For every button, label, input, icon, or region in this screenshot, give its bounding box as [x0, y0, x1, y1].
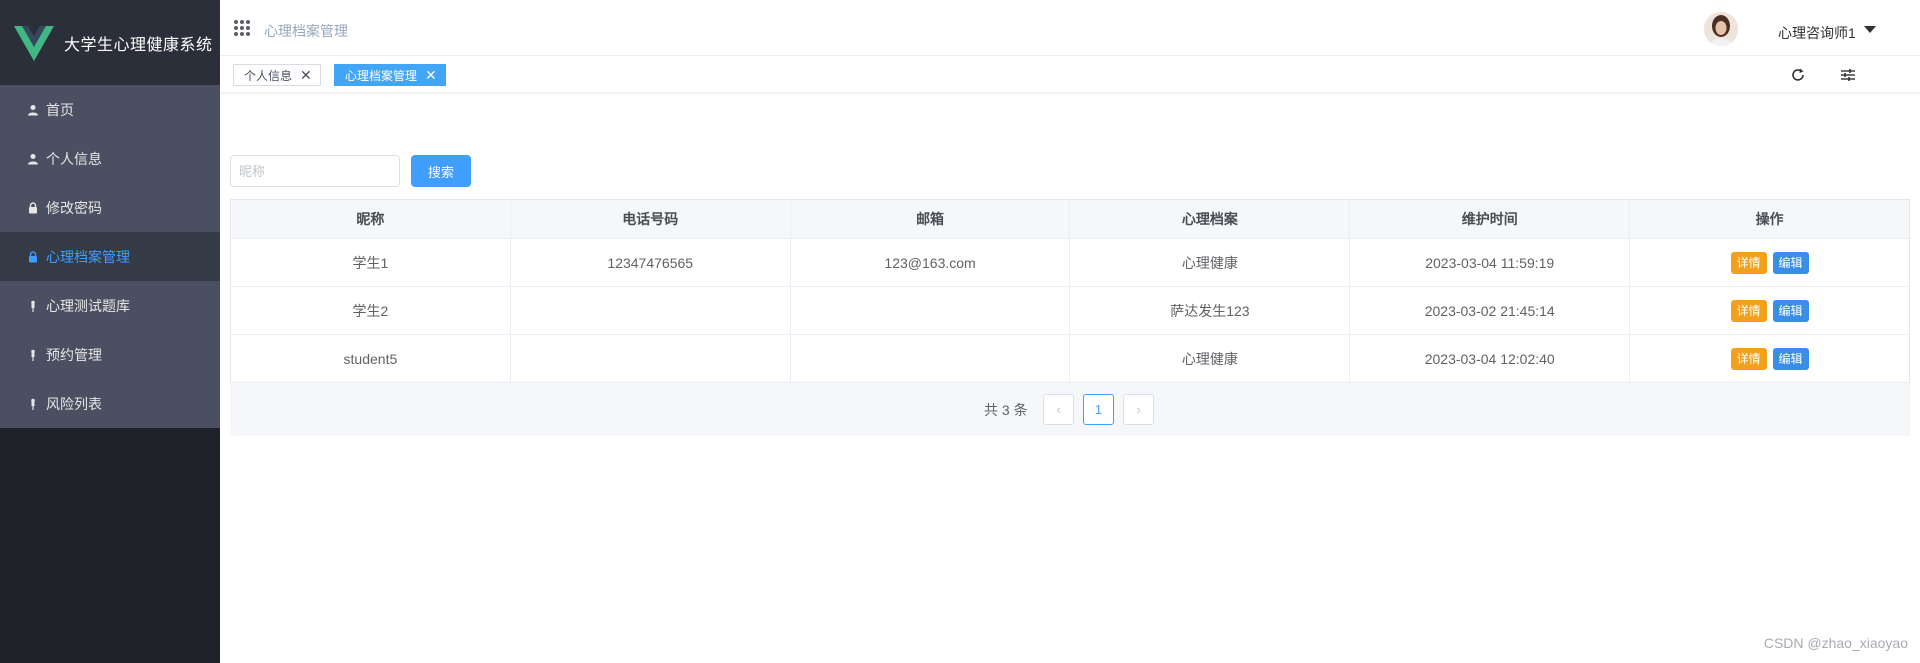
sidebar-item-risk-list[interactable]: 风险列表	[0, 379, 220, 428]
top-navbar: 心理档案管理 心理咨询师1	[220, 4, 1920, 56]
sidebar-item-label: 个人信息	[46, 150, 102, 167]
cell-actions: 详情 编辑	[1629, 334, 1910, 383]
breadcrumb: 心理档案管理	[264, 23, 348, 39]
sidebar-item-label: 修改密码	[46, 199, 102, 216]
column-header-email[interactable]: 邮箱	[790, 199, 1071, 239]
column-header-actions: 操作	[1629, 199, 1910, 239]
cell-maintain-time: 2023-03-02 21:45:14	[1349, 286, 1631, 335]
tag-archive-management[interactable]: 心理档案管理 ✕	[334, 64, 446, 86]
tags-view: 个人信息 ✕ 心理档案管理 ✕	[220, 57, 1920, 93]
chevron-right-icon: ›	[1136, 402, 1141, 417]
tag-profile[interactable]: 个人信息 ✕	[233, 64, 321, 86]
pagination: 共 3 条 ‹ 1 ›	[230, 383, 1910, 436]
caret-down-icon[interactable]	[1864, 26, 1876, 33]
table-row: student5 心理健康 2023-03-04 12:02:40 详情 编辑	[230, 334, 1910, 383]
detail-button[interactable]: 详情	[1730, 251, 1767, 274]
sidebar: 大学生心理健康系统 首页 个人信息 修改密码 心理档案管理 心理测试题库 预约管…	[0, 0, 220, 663]
cell-actions: 详情 编辑	[1629, 238, 1910, 287]
cell-maintain-time: 2023-03-04 12:02:40	[1349, 334, 1631, 383]
cell-phone	[510, 286, 791, 335]
nickname-search-input[interactable]	[230, 155, 400, 187]
sidebar-item-archive-management[interactable]: 心理档案管理	[0, 232, 220, 281]
lock-icon	[26, 201, 40, 215]
cell-email	[790, 286, 1071, 335]
app-title: 大学生心理健康系统	[64, 36, 213, 54]
page-number-button[interactable]: 1	[1083, 394, 1114, 425]
sidebar-item-profile[interactable]: 个人信息	[0, 134, 220, 183]
sidebar-item-label: 预约管理	[46, 346, 102, 363]
user-icon	[26, 152, 40, 166]
pin-icon	[26, 299, 40, 313]
sidebar-item-label: 心理档案管理	[46, 248, 130, 265]
vue-logo-icon	[14, 25, 54, 61]
cell-maintain-time: 2023-03-04 11:59:19	[1349, 238, 1631, 287]
sidebar-item-label: 风险列表	[46, 395, 102, 412]
tag-label: 个人信息	[244, 68, 293, 83]
edit-button[interactable]: 编辑	[1772, 251, 1809, 274]
table-row: 学生1 12347476565 123@163.com 心理健康 2023-03…	[230, 238, 1910, 287]
detail-button[interactable]: 详情	[1730, 347, 1767, 370]
chevron-left-icon: ‹	[1056, 402, 1061, 417]
lock-icon	[26, 250, 40, 264]
edit-button[interactable]: 编辑	[1772, 299, 1809, 322]
tag-label: 心理档案管理	[345, 68, 418, 83]
cell-nickname: 学生1	[230, 238, 511, 287]
column-header-archive[interactable]: 心理档案	[1069, 199, 1351, 239]
grid-menu-icon[interactable]	[233, 19, 251, 37]
watermark: CSDN @zhao_xiaoyao	[1763, 635, 1908, 651]
prev-page-button[interactable]: ‹	[1043, 394, 1074, 425]
sidebar-item-test-bank[interactable]: 心理测试题库	[0, 281, 220, 330]
sidebar-menu: 首页 个人信息 修改密码 心理档案管理 心理测试题库 预约管理 风险列表	[0, 85, 220, 428]
cell-phone: 12347476565	[510, 238, 791, 287]
cell-archive: 心理健康	[1069, 238, 1351, 287]
sidebar-item-label: 首页	[46, 101, 74, 118]
sidebar-item-appointments[interactable]: 预约管理	[0, 330, 220, 379]
sidebar-item-label: 心理测试题库	[46, 297, 130, 314]
detail-button[interactable]: 详情	[1730, 299, 1767, 322]
user-icon	[26, 103, 40, 117]
next-page-button[interactable]: ›	[1123, 394, 1154, 425]
close-icon[interactable]: ✕	[300, 68, 312, 82]
cell-archive: 心理健康	[1069, 334, 1351, 383]
close-icon[interactable]: ✕	[425, 68, 437, 82]
column-header-nickname[interactable]: 昵称	[230, 199, 511, 239]
column-header-maintain-time[interactable]: 维护时间	[1349, 199, 1631, 239]
cell-archive: 萨达发生123	[1069, 286, 1351, 335]
pin-icon	[26, 348, 40, 362]
refresh-icon[interactable]	[1788, 65, 1808, 85]
cell-email	[790, 334, 1071, 383]
pin-icon	[26, 397, 40, 411]
cell-nickname: 学生2	[230, 286, 511, 335]
pagination-total: 共 3 条	[984, 402, 1028, 418]
sidebar-item-home[interactable]: 首页	[0, 85, 220, 134]
settings-sliders-icon[interactable]	[1838, 65, 1858, 85]
table-header-row: 昵称 电话号码 邮箱 心理档案 维护时间 操作	[230, 199, 1910, 239]
archive-table: 昵称 电话号码 邮箱 心理档案 维护时间 操作 学生1 12347476565 …	[230, 199, 1910, 383]
column-header-phone[interactable]: 电话号码	[510, 199, 791, 239]
cell-actions: 详情 编辑	[1629, 286, 1910, 335]
avatar[interactable]	[1704, 12, 1738, 46]
sidebar-item-change-password[interactable]: 修改密码	[0, 183, 220, 232]
brand-header: 大学生心理健康系统	[0, 0, 220, 85]
table-row: 学生2 萨达发生123 2023-03-02 21:45:14 详情 编辑	[230, 286, 1910, 335]
username-dropdown[interactable]: 心理咨询师1	[1778, 23, 1856, 43]
cell-phone	[510, 334, 791, 383]
cell-email: 123@163.com	[790, 238, 1071, 287]
edit-button[interactable]: 编辑	[1772, 347, 1809, 370]
cell-nickname: student5	[230, 334, 511, 383]
search-button[interactable]: 搜索	[411, 155, 471, 187]
